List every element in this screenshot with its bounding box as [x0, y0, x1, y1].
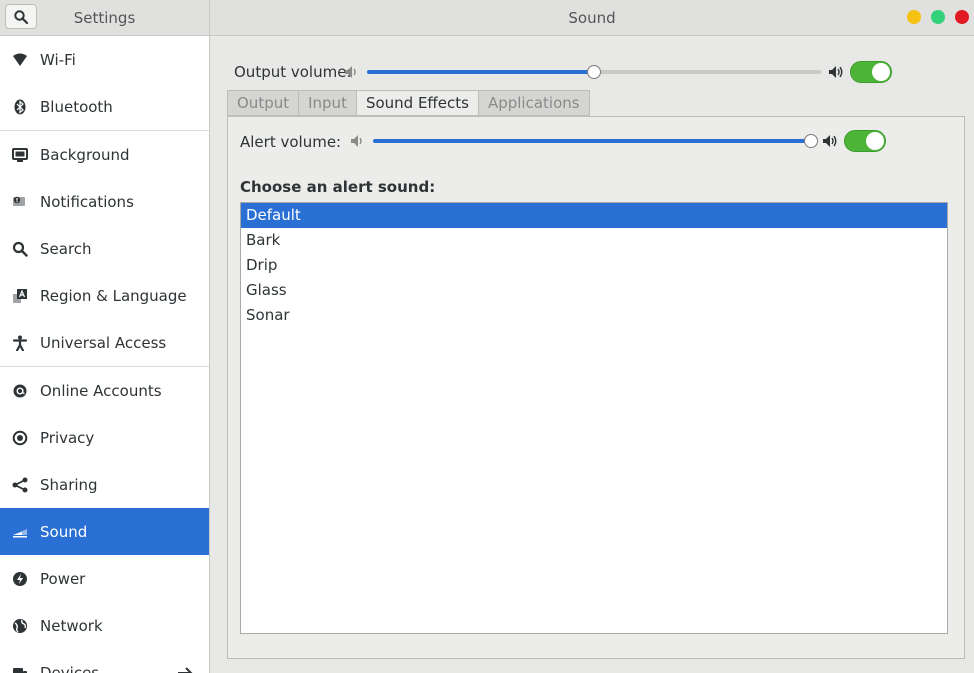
sound-effects-panel: Alert volume: Choose an alert sound: Def…	[227, 116, 965, 659]
alert-volume-knob[interactable]	[804, 134, 818, 148]
sidebar-item-label: Background	[40, 145, 130, 164]
region-language-icon	[10, 286, 30, 306]
arrow-right-icon	[177, 666, 193, 673]
list-item[interactable]: Drip	[241, 253, 947, 278]
output-toggle-switch[interactable]	[850, 61, 892, 83]
sidebar-item-privacy[interactable]: Privacy	[0, 414, 209, 461]
sidebar-item-label: Online Accounts	[40, 381, 162, 400]
sidebar-item-devices[interactable]: Devices	[0, 649, 209, 673]
sidebar-item-universal-access[interactable]: Universal Access	[0, 319, 209, 366]
output-volume-label: Output volume:	[234, 63, 352, 81]
sidebar-item-search[interactable]: Search	[0, 225, 209, 272]
volume-high-icon	[822, 134, 838, 148]
power-icon	[10, 569, 30, 589]
sidebar: Wi-Fi Bluetooth Background Notifications…	[0, 36, 210, 673]
sidebar-item-label: Bluetooth	[40, 97, 113, 116]
share-icon	[10, 475, 30, 495]
sound-tabs: Output Input Sound Effects Applications	[227, 90, 590, 116]
at-sign-icon	[10, 381, 30, 401]
tab-applications[interactable]: Applications	[477, 90, 590, 116]
sidebar-item-label: Power	[40, 569, 86, 588]
sidebar-item-online-accounts[interactable]: Online Accounts	[0, 367, 209, 414]
list-item[interactable]: Glass	[241, 278, 947, 303]
page-title: Sound	[568, 8, 616, 27]
search-button[interactable]	[5, 4, 37, 29]
search-icon	[14, 9, 28, 24]
output-volume-knob[interactable]	[587, 65, 601, 79]
header-bar: Settings Sound	[0, 0, 974, 36]
list-item[interactable]: Bark	[241, 228, 947, 253]
sidebar-item-sharing[interactable]: Sharing	[0, 461, 209, 508]
notifications-icon	[10, 192, 30, 212]
tab-input[interactable]: Input	[298, 90, 356, 116]
sidebar-item-label: Privacy	[40, 428, 95, 447]
alert-volume-label: Alert volume:	[240, 133, 342, 151]
sidebar-item-label: Network	[40, 616, 103, 635]
privacy-icon	[10, 428, 30, 448]
sidebar-item-label: Region & Language	[40, 286, 187, 305]
sidebar-item-label: Notifications	[40, 192, 134, 211]
sound-panel: Output volume: Output Input Sound Effect…	[210, 36, 974, 673]
alert-toggle-switch[interactable]	[844, 130, 886, 152]
sound-icon	[10, 522, 30, 542]
sidebar-header: Settings	[0, 0, 210, 35]
bluetooth-icon	[10, 97, 30, 117]
sidebar-item-network[interactable]: Network	[0, 602, 209, 649]
maximize-button[interactable]	[931, 10, 945, 24]
sidebar-item-label: Devices	[40, 663, 100, 673]
volume-low-icon	[350, 134, 366, 148]
volume-high-icon	[828, 65, 844, 79]
sidebar-item-notifications[interactable]: Notifications	[0, 178, 209, 225]
tab-sound-effects[interactable]: Sound Effects	[355, 90, 478, 116]
alert-sound-list: Default Bark Drip Glass Sonar	[240, 202, 948, 634]
minimize-button[interactable]	[907, 10, 921, 24]
sidebar-item-label: Search	[40, 239, 92, 258]
sidebar-item-sound[interactable]: Sound	[0, 508, 209, 555]
search-icon	[10, 239, 30, 259]
close-button[interactable]	[955, 10, 969, 24]
sidebar-item-background[interactable]: Background	[0, 131, 209, 178]
sidebar-item-label: Sharing	[40, 475, 98, 494]
sidebar-item-label: Sound	[40, 522, 88, 541]
sidebar-item-region-language[interactable]: Region & Language	[0, 272, 209, 319]
sidebar-item-wifi[interactable]: Wi-Fi	[0, 36, 209, 83]
list-item[interactable]: Sonar	[241, 303, 947, 328]
alert-volume-fill	[373, 139, 811, 143]
wifi-icon	[10, 50, 30, 70]
sidebar-item-bluetooth[interactable]: Bluetooth	[0, 83, 209, 130]
universal-access-icon	[10, 333, 30, 353]
devices-icon	[10, 663, 30, 673]
output-volume-fill	[367, 70, 594, 74]
list-item[interactable]: Default	[241, 203, 947, 228]
tab-output[interactable]: Output	[227, 90, 299, 116]
network-icon	[10, 616, 30, 636]
choose-alert-sound-title: Choose an alert sound:	[240, 178, 436, 196]
sidebar-item-label: Universal Access	[40, 333, 167, 352]
sidebar-item-power[interactable]: Power	[0, 555, 209, 602]
sidebar-item-label: Wi-Fi	[40, 50, 76, 69]
volume-low-icon	[344, 65, 360, 79]
monitor-icon	[10, 145, 30, 165]
